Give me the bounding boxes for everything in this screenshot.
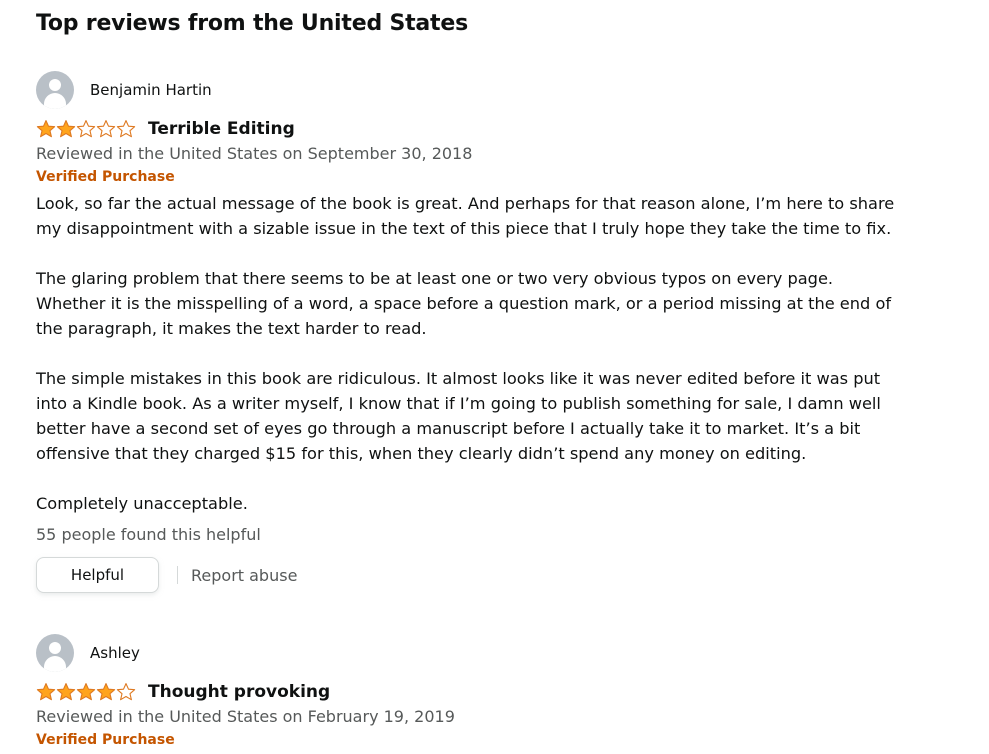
star-empty-icon [116,120,136,138]
helpful-button[interactable]: Helpful [36,557,159,593]
review-card: Benjamin Hartin Terrible Editing Reviewe… [36,71,936,593]
review-date: Reviewed in the United States on Februar… [36,707,455,726]
action-divider [177,566,178,584]
helpful-count: 55 people found this helpful [36,525,261,544]
star-rating[interactable] [36,119,136,139]
report-abuse-link[interactable]: Report abuse [191,566,297,585]
review-paragraph: Completely unacceptable. [36,494,248,513]
reviewer-name[interactable]: Ashley [90,644,140,662]
review-paragraph: The simple mistakes in this book are rid… [36,369,881,463]
star-filled-icon [76,683,96,701]
review-date: Reviewed in the United States on Septemb… [36,144,473,163]
star-rating[interactable] [36,682,136,702]
verified-purchase-badge[interactable]: Verified Purchase [36,169,936,185]
avatar-icon [36,71,74,109]
review-card: Ashley Thought provoking Reviewed in the… [36,634,936,748]
avatar-icon [36,634,74,672]
reviewer-profile[interactable]: Benjamin Hartin [36,71,936,109]
review-body: Look, so far the actual message of the b… [36,191,896,516]
star-empty-icon [76,120,96,138]
star-filled-icon [56,120,76,138]
star-filled-icon [96,683,116,701]
star-filled-icon [36,120,56,138]
star-filled-icon [36,683,56,701]
review-paragraph: Look, so far the actual message of the b… [36,194,895,238]
reviewer-profile[interactable]: Ashley [36,634,936,672]
star-empty-icon [96,120,116,138]
review-title[interactable]: Thought provoking [148,682,330,702]
reviewer-name[interactable]: Benjamin Hartin [90,81,212,99]
section-title: Top reviews from the United States [36,11,468,36]
review-title[interactable]: Terrible Editing [148,119,295,139]
star-empty-icon [116,683,136,701]
star-filled-icon [56,683,76,701]
review-paragraph: The glaring problem that there seems to … [36,269,892,338]
verified-purchase-badge[interactable]: Verified Purchase [36,732,936,748]
